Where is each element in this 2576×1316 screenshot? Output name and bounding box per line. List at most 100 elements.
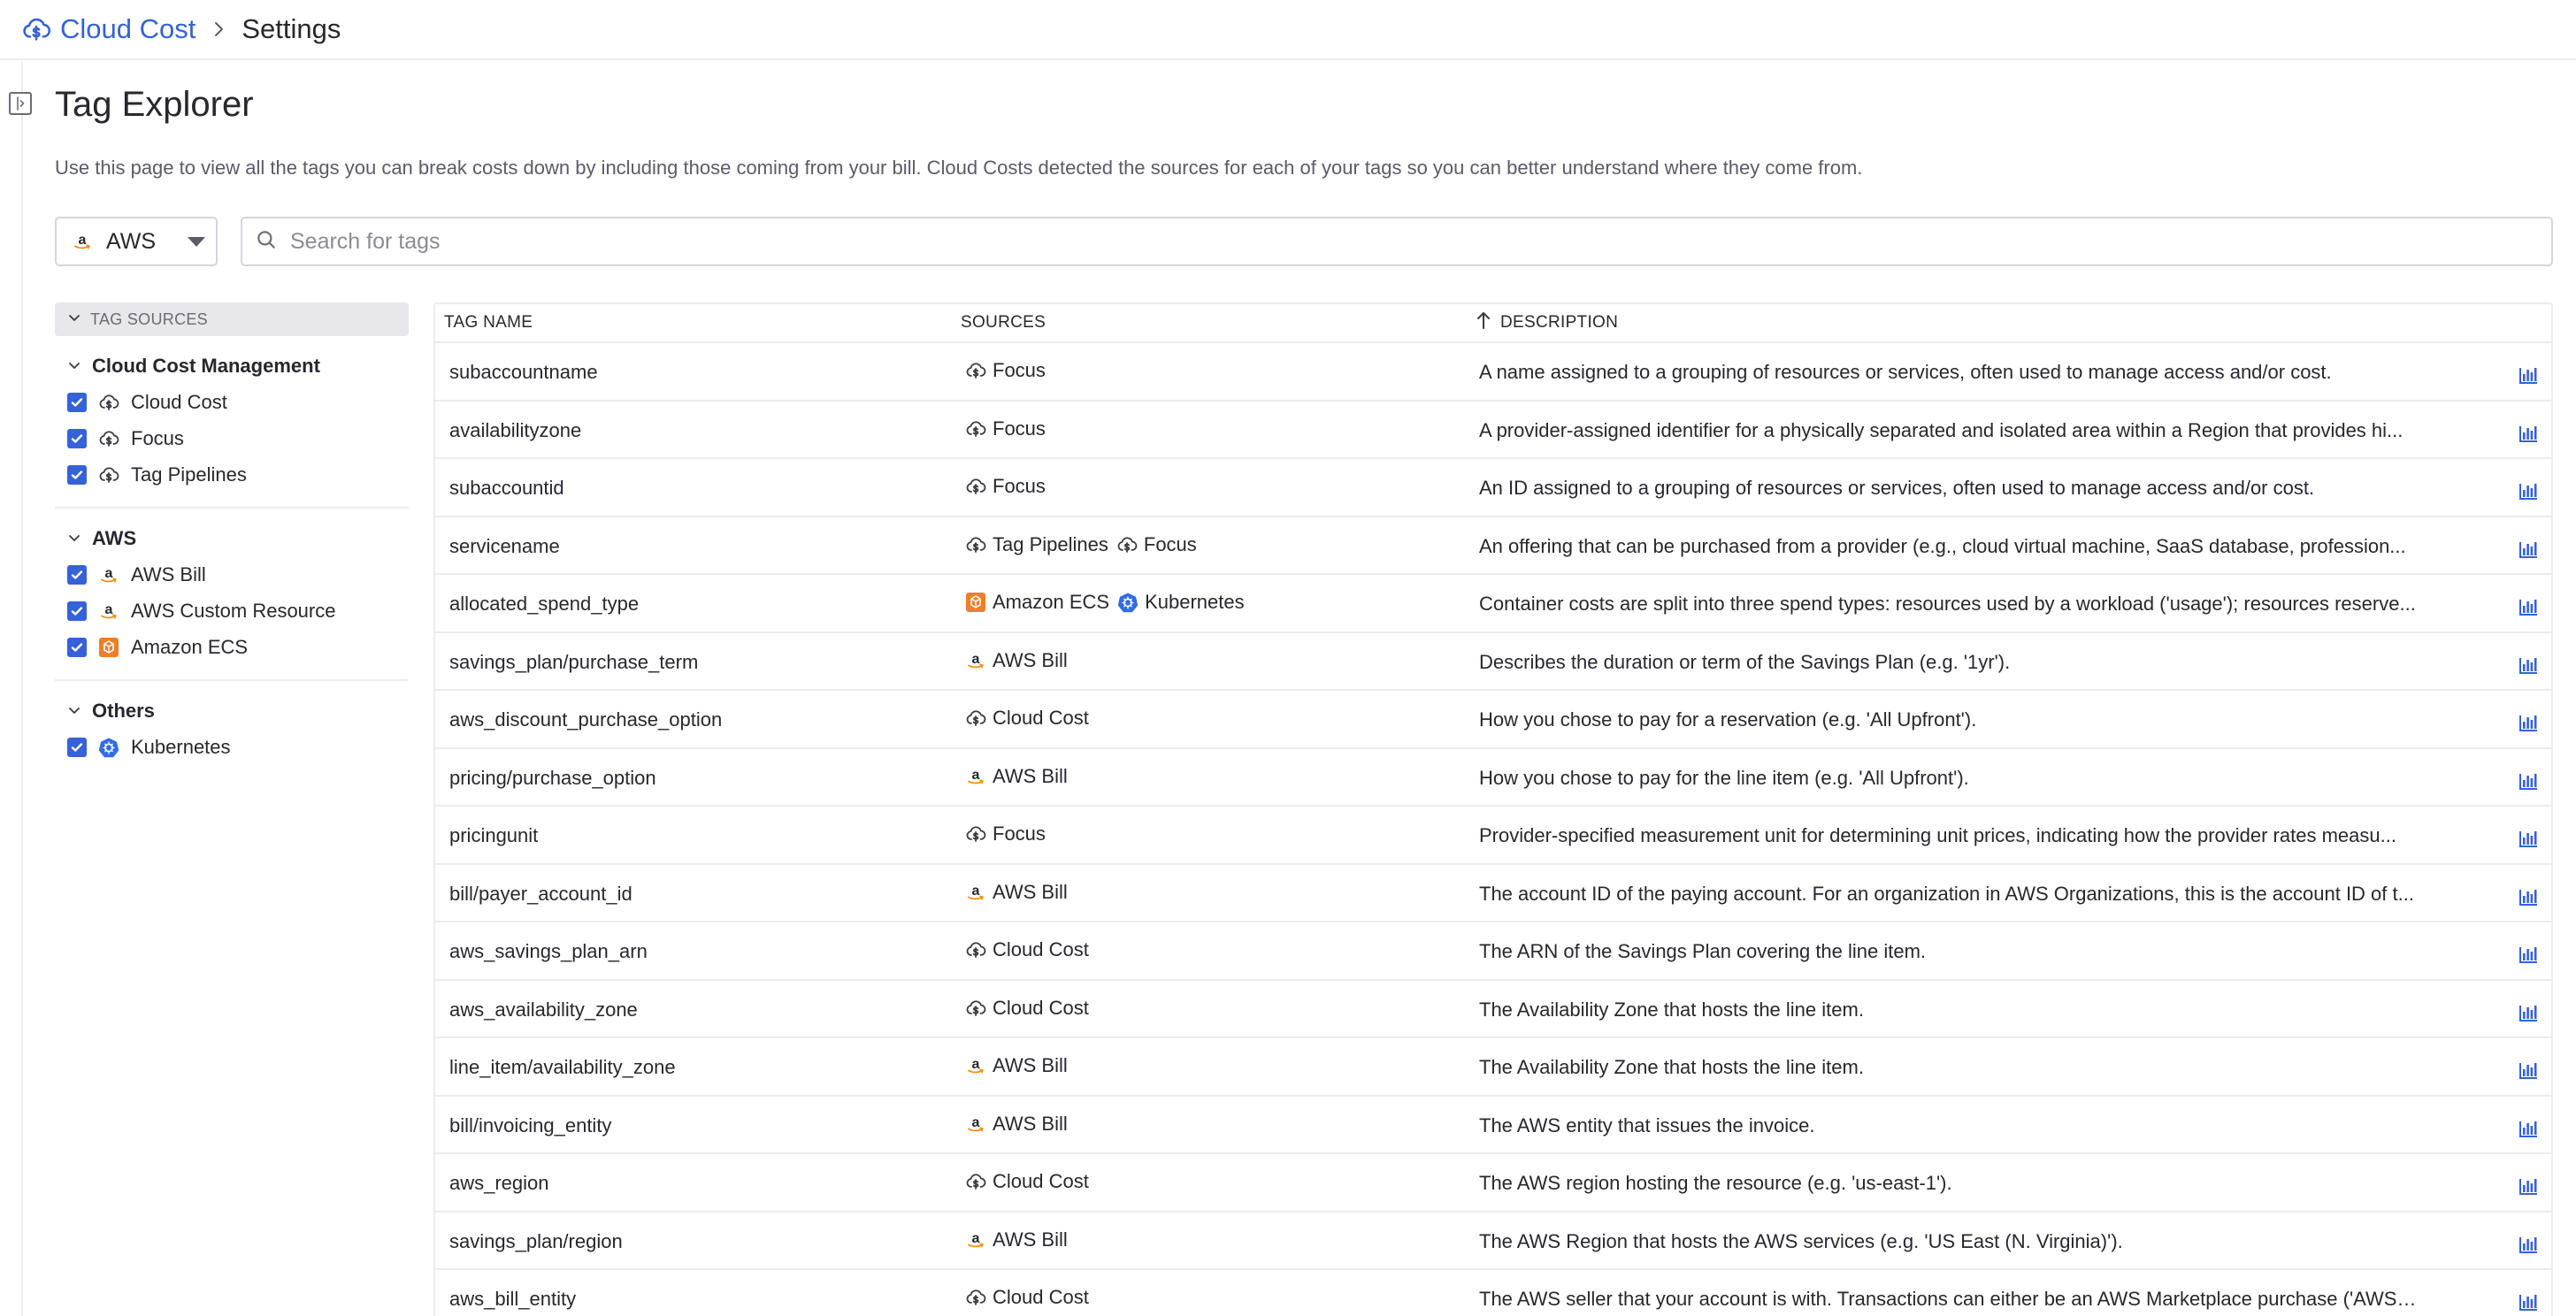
- source-group-title: Others: [92, 700, 155, 722]
- checkbox[interactable]: [67, 428, 87, 448]
- source-label: Focus: [993, 475, 1046, 497]
- table-row: availabilityzone Focus A provider-assigne…: [435, 402, 2551, 459]
- sources-cell: a AWS Bill: [964, 765, 1075, 788]
- tag-name-cell[interactable]: aws_discount_purchase_option: [449, 708, 722, 731]
- checkbox[interactable]: [67, 737, 87, 757]
- source-group-header[interactable]: Others: [55, 693, 409, 729]
- chart-icon[interactable]: [2516, 591, 2541, 616]
- source-badge: a AWS Bill: [964, 1054, 1068, 1077]
- checkbox[interactable]: [67, 601, 87, 621]
- chart-icon[interactable]: [2516, 1054, 2541, 1079]
- tag-name-cell[interactable]: aws_bill_entity: [449, 1288, 576, 1311]
- tag-name-cell[interactable]: allocated_spend_type: [449, 593, 639, 616]
- chart-icon[interactable]: [2516, 1113, 2541, 1137]
- source-label: Cloud Cost: [993, 996, 1089, 1019]
- tag-name-cell[interactable]: aws_savings_plan_arn: [449, 940, 648, 963]
- description-cell: The account ID of the paying account. Fo…: [1479, 882, 2414, 905]
- tag-name-cell[interactable]: savings_plan/region: [449, 1230, 623, 1253]
- source-label: Amazon ECS: [993, 591, 1110, 613]
- column-header-sources[interactable]: SOURCES: [961, 313, 1046, 333]
- source-filter-item[interactable]: Focus: [55, 420, 409, 456]
- source-filter-label: AWS Custom Resource: [131, 599, 336, 622]
- checkbox[interactable]: [67, 637, 87, 657]
- column-header-tag-name[interactable]: TAG NAME: [444, 313, 533, 333]
- source-group: Others Kubernetes: [55, 681, 409, 765]
- source-label: Kubernetes: [1145, 591, 1245, 613]
- breadcrumb-cloud-cost-link[interactable]: Cloud Cost: [60, 13, 196, 45]
- tag-name-cell[interactable]: availabilityzone: [449, 419, 581, 442]
- source-filter-item[interactable]: a AWS Custom Resource: [55, 593, 409, 629]
- chart-icon[interactable]: [2516, 417, 2541, 442]
- tag-name-cell[interactable]: pricingunit: [449, 824, 538, 847]
- search-input[interactable]: [290, 228, 2502, 255]
- caret-down-icon: [188, 237, 205, 247]
- cloud-cost-icon: [964, 1170, 987, 1193]
- tag-name-cell[interactable]: bill/invoicing_entity: [449, 1114, 611, 1137]
- table-row: servicename Tag Pipelines Focus An offeri…: [435, 517, 2551, 575]
- checkbox[interactable]: [67, 464, 87, 485]
- tag-sources-header[interactable]: TAG SOURCES: [55, 302, 409, 336]
- source-label: Focus: [993, 822, 1046, 845]
- table-row: line_item/availability_zone a AWS Bill Th…: [435, 1038, 2551, 1097]
- source-badge: a AWS Bill: [964, 1113, 1068, 1136]
- tag-sources-title: TAG SOURCES: [90, 310, 208, 328]
- chart-icon[interactable]: [2516, 1286, 2541, 1311]
- source-label: Focus: [993, 417, 1046, 440]
- cloud-cost-icon: [964, 533, 987, 556]
- chart-icon[interactable]: [2516, 881, 2541, 906]
- source-label: AWS Bill: [993, 1054, 1068, 1076]
- provider-dropdown[interactable]: a AWS: [55, 217, 218, 266]
- tag-name-cell[interactable]: aws_availability_zone: [449, 998, 638, 1021]
- source-filter-item[interactable]: Amazon ECS: [55, 629, 409, 665]
- tag-search-box[interactable]: [241, 217, 2553, 266]
- expand-sidebar-icon[interactable]: [9, 92, 32, 115]
- sources-cell: Focus: [964, 417, 1053, 440]
- tag-name-cell[interactable]: line_item/availability_zone: [449, 1056, 676, 1079]
- source-filter-item[interactable]: a AWS Bill: [55, 556, 409, 593]
- source-label: Cloud Cost: [993, 707, 1089, 729]
- source-group-title: Cloud Cost Management: [92, 355, 320, 377]
- chart-icon[interactable]: [2516, 765, 2541, 790]
- table-row: subaccountid Focus An ID assigned to a gr…: [435, 459, 2551, 517]
- source-filter-item[interactable]: Kubernetes: [55, 729, 409, 765]
- tag-name-cell[interactable]: servicename: [449, 535, 560, 558]
- source-group-header[interactable]: Cloud Cost Management: [55, 348, 409, 384]
- chart-icon[interactable]: [2516, 649, 2541, 674]
- source-filter-item[interactable]: Tag Pipelines: [55, 456, 409, 493]
- source-group-header[interactable]: AWS: [55, 521, 409, 556]
- description-cell: The Availability Zone that hosts the lin…: [1479, 1056, 1864, 1078]
- chart-icon[interactable]: [2516, 822, 2541, 847]
- tag-name-cell[interactable]: subaccountid: [449, 477, 564, 500]
- chevron-down-icon: [67, 310, 81, 329]
- table-row: savings_plan/region a AWS Bill The AWS Re…: [435, 1213, 2551, 1270]
- tag-name-cell[interactable]: subaccountname: [449, 361, 598, 384]
- chart-icon[interactable]: [2516, 707, 2541, 731]
- source-label: AWS Bill: [993, 1228, 1068, 1251]
- checkbox[interactable]: [67, 564, 87, 585]
- chart-icon[interactable]: [2516, 1228, 2541, 1253]
- tag-name-cell[interactable]: bill/payer_account_id: [449, 883, 632, 906]
- chart-icon[interactable]: [2516, 475, 2541, 500]
- description-cell: A provider-assigned identifier for a phy…: [1479, 418, 2404, 441]
- source-badge: Focus: [964, 359, 1046, 382]
- table-row: aws_region Cloud Cost The AWS region host…: [435, 1154, 2551, 1213]
- tag-name-cell[interactable]: savings_plan/purchase_term: [449, 651, 698, 674]
- amazon-icon: a: [964, 1228, 987, 1251]
- chart-icon[interactable]: [2516, 1170, 2541, 1195]
- source-filter-item[interactable]: Cloud Cost: [55, 384, 409, 420]
- source-filter-label: Kubernetes: [131, 735, 231, 758]
- column-header-description[interactable]: DESCRIPTION: [1476, 310, 1618, 335]
- chart-icon[interactable]: [2516, 359, 2541, 384]
- amazon-icon: a: [964, 881, 987, 904]
- chart-icon[interactable]: [2516, 938, 2541, 963]
- chart-icon[interactable]: [2516, 533, 2541, 558]
- tag-name-cell[interactable]: aws_region: [449, 1172, 549, 1195]
- tag-name-cell[interactable]: pricing/purchase_option: [449, 767, 656, 790]
- chart-icon[interactable]: [2516, 997, 2541, 1021]
- checkbox[interactable]: [67, 392, 87, 412]
- cloud-cost-icon: [964, 417, 987, 440]
- source-badge: Cloud Cost: [964, 938, 1089, 961]
- source-label: Tag Pipelines: [993, 532, 1108, 555]
- sources-cell: Focus: [964, 475, 1053, 498]
- source-filter-label: Amazon ECS: [131, 635, 249, 658]
